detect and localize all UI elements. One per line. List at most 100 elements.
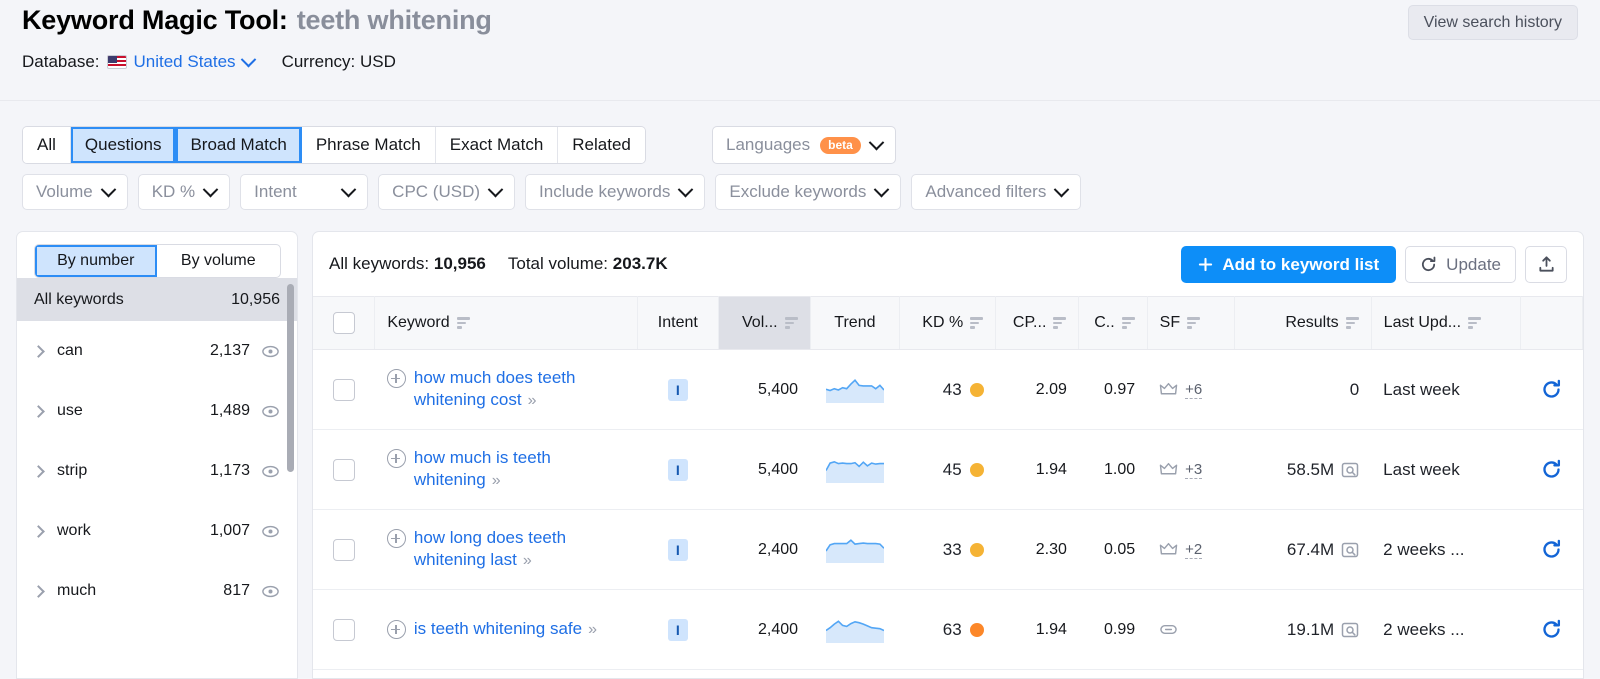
filter-exclude-keywords[interactable]: Exclude keywords — [715, 174, 902, 210]
chevron-down-icon[interactable] — [678, 181, 694, 197]
export-button[interactable] — [1525, 246, 1567, 283]
eye-icon[interactable] — [261, 462, 280, 481]
eye-icon[interactable] — [261, 522, 280, 541]
filter-cpc[interactable]: CPC (USD) — [378, 174, 516, 210]
sf-extra-count[interactable]: +6 — [1185, 381, 1203, 399]
filter-include-keywords[interactable]: Include keywords — [525, 174, 706, 210]
row-checkbox[interactable] — [332, 378, 355, 401]
column-header-intent[interactable]: Intent — [637, 296, 719, 350]
sf-extra-count[interactable]: +2 — [1185, 541, 1203, 559]
column-header-keyword[interactable]: Keyword — [374, 296, 638, 350]
add-to-keyword-list-button[interactable]: Add to keyword list — [1181, 246, 1397, 283]
tab-questions[interactable]: Questions — [70, 127, 177, 163]
table-row[interactable]: how much does teeth whitening cost» I 5,40… — [313, 349, 1583, 430]
tab-related[interactable]: Related — [558, 127, 645, 163]
sort-icon[interactable] — [784, 317, 798, 329]
table-row[interactable]: how long does teeth whitening last» I 2,40… — [313, 509, 1583, 590]
chevron-right-icon[interactable] — [32, 584, 45, 598]
sidebar-item-strip[interactable]: strip 1,173 — [17, 441, 297, 501]
chevron-right-icon[interactable] — [32, 464, 45, 478]
toggle-by-number[interactable]: By number — [34, 245, 157, 277]
chevron-double-right-icon[interactable]: » — [588, 621, 597, 638]
sort-icon[interactable] — [1345, 317, 1359, 329]
refresh-icon[interactable] — [1541, 379, 1562, 400]
sidebar-item-can[interactable]: can 2,137 — [17, 321, 297, 381]
chevron-down-icon[interactable] — [868, 134, 885, 150]
filter-intent[interactable]: Intent — [240, 174, 369, 210]
row-checkbox[interactable] — [332, 618, 355, 641]
refresh-icon[interactable] — [1541, 539, 1562, 560]
add-keyword-icon[interactable] — [386, 620, 406, 639]
chevron-down-icon[interactable] — [202, 181, 219, 197]
add-keyword-icon[interactable] — [386, 369, 406, 388]
keyword-link[interactable]: how long does teeth whitening last» — [414, 527, 625, 572]
column-header-cpc[interactable]: CP... — [995, 296, 1080, 350]
row-checkbox[interactable] — [332, 538, 355, 561]
column-header-sf[interactable]: SF — [1147, 296, 1236, 350]
intent-badge[interactable]: I — [667, 538, 688, 561]
refresh-icon[interactable] — [1541, 459, 1562, 480]
column-header-com[interactable]: C.. — [1078, 296, 1148, 350]
sort-icon[interactable] — [1121, 317, 1135, 329]
chevron-down-icon[interactable] — [240, 51, 256, 67]
sort-icon[interactable] — [1053, 317, 1067, 329]
column-header-updated[interactable]: Last Upd... — [1371, 296, 1522, 350]
chevron-right-icon[interactable] — [32, 344, 45, 358]
chevron-down-icon[interactable] — [487, 181, 504, 197]
sidebar-item-all-keywords[interactable]: All keywords 10,956 — [17, 278, 297, 321]
column-header-kd[interactable]: KD % — [899, 296, 997, 350]
database-selector[interactable]: Database: United States — [22, 51, 256, 72]
chevron-double-right-icon[interactable]: » — [492, 472, 501, 489]
row-checkbox[interactable] — [332, 458, 355, 481]
sort-icon[interactable] — [1468, 317, 1482, 329]
serp-icon[interactable] — [1341, 461, 1359, 479]
sort-icon[interactable] — [970, 317, 984, 329]
add-keyword-icon[interactable] — [386, 449, 406, 468]
sf-extra-count[interactable]: +3 — [1185, 461, 1203, 479]
eye-icon[interactable] — [261, 582, 280, 601]
tab-broad-match[interactable]: Broad Match — [176, 127, 302, 163]
column-header-volume[interactable]: Vol... — [718, 296, 811, 350]
chevron-right-icon[interactable] — [32, 524, 45, 538]
sidebar-scrollbar-thumb[interactable] — [287, 284, 294, 472]
intent-badge[interactable]: I — [667, 458, 688, 481]
chevron-double-right-icon[interactable]: » — [528, 392, 537, 409]
refresh-icon[interactable] — [1541, 619, 1562, 640]
table-row[interactable]: how much is teeth whitening» I 5,400 45 1.94… — [313, 429, 1583, 510]
toggle-by-volume[interactable]: By volume — [157, 245, 280, 277]
column-header-results[interactable]: Results — [1234, 296, 1372, 350]
serp-icon[interactable] — [1341, 541, 1359, 559]
chevron-double-right-icon[interactable]: » — [523, 552, 532, 569]
sort-icon[interactable] — [456, 317, 470, 329]
chevron-down-icon[interactable] — [100, 181, 116, 197]
view-search-history-button[interactable]: View search history — [1407, 5, 1578, 40]
database-value[interactable]: United States — [134, 52, 236, 72]
update-button[interactable]: Update — [1405, 246, 1516, 283]
intent-badge[interactable]: I — [667, 378, 688, 401]
filter-advanced[interactable]: Advanced filters — [911, 174, 1082, 210]
keyword-link[interactable]: is teeth whitening safe» — [414, 618, 597, 641]
serp-icon[interactable] — [1341, 621, 1359, 639]
chevron-down-icon[interactable] — [1054, 181, 1070, 197]
eye-icon[interactable] — [261, 402, 280, 421]
languages-dropdown[interactable]: Languages beta — [712, 126, 896, 164]
intent-badge[interactable]: I — [667, 618, 688, 641]
tab-exact-match[interactable]: Exact Match — [435, 127, 559, 163]
tab-all[interactable]: All — [23, 127, 71, 163]
keyword-link[interactable]: how much does teeth whitening cost» — [414, 367, 625, 412]
filter-kd[interactable]: KD % — [137, 174, 231, 210]
filter-volume[interactable]: Volume — [22, 174, 128, 210]
sidebar-item-much[interactable]: much 817 — [17, 561, 297, 621]
sort-icon[interactable] — [1187, 317, 1201, 329]
keyword-link[interactable]: how much is teeth whitening» — [414, 447, 625, 492]
sidebar-item-use[interactable]: use 1,489 — [17, 381, 297, 441]
sidebar-item-work[interactable]: work 1,007 — [17, 501, 297, 561]
chevron-down-icon[interactable] — [340, 181, 357, 197]
chevron-right-icon[interactable] — [32, 404, 45, 418]
add-keyword-icon[interactable] — [386, 529, 406, 548]
select-all-checkbox[interactable] — [332, 312, 355, 334]
table-row[interactable]: is teeth whitening safe» I 2,400 63 1.94 0.99… — [313, 589, 1583, 670]
eye-icon[interactable] — [261, 342, 280, 361]
tab-phrase-match[interactable]: Phrase Match — [301, 127, 436, 163]
chevron-down-icon[interactable] — [874, 181, 890, 197]
